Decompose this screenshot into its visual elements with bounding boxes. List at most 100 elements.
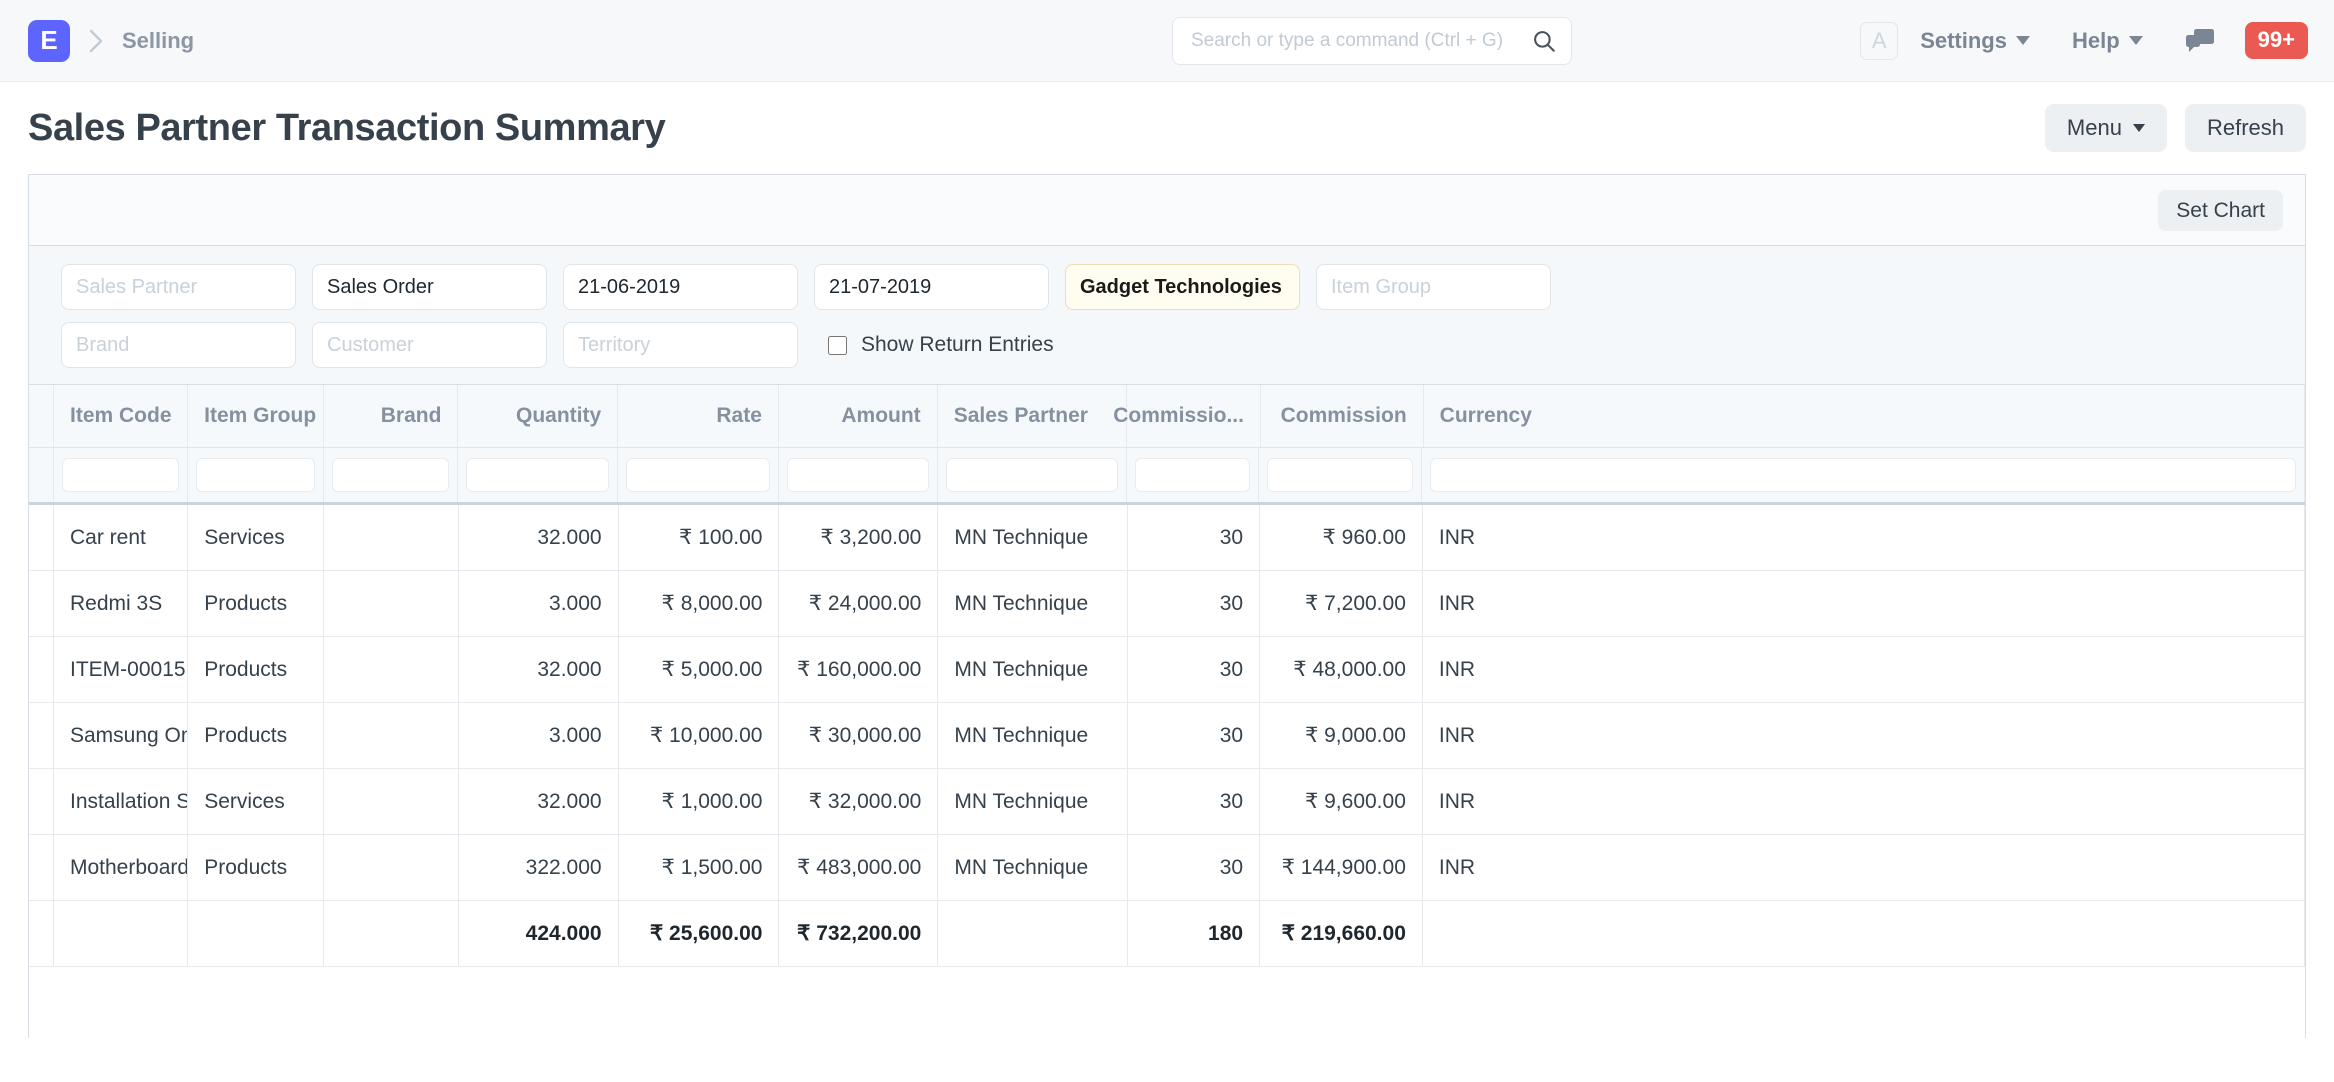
settings-menu[interactable]: Settings — [1920, 28, 2030, 54]
column-header-brand[interactable]: Brand — [324, 385, 458, 447]
filter-company[interactable] — [1065, 264, 1300, 310]
app-logo[interactable]: E — [28, 20, 70, 62]
table-cell: ₹ 100.00 — [619, 505, 780, 570]
row-index-cell — [29, 571, 54, 636]
column-header-quantity[interactable]: Quantity — [458, 385, 618, 447]
table-row[interactable]: ITEM-00015Products32.000₹ 5,000.00₹ 160,… — [29, 637, 2305, 703]
table-row[interactable]: Samsung On...Products3.000₹ 10,000.00₹ 3… — [29, 703, 2305, 769]
table-cell: 32.000 — [459, 505, 619, 570]
table-row[interactable]: MotherboardProducts322.000₹ 1,500.00₹ 48… — [29, 835, 2305, 901]
help-menu[interactable]: Help — [2072, 28, 2143, 54]
report-filters: Show Return Entries — [29, 246, 2305, 385]
global-search[interactable] — [1172, 17, 1572, 65]
filter-sales-partner[interactable] — [61, 264, 296, 310]
table-cell: MN Technique — [938, 835, 1127, 900]
breadcrumb-selling[interactable]: Selling — [122, 28, 194, 54]
column-filter-cell — [1127, 448, 1259, 502]
filter-territory[interactable] — [563, 322, 798, 368]
table-cell: ₹ 8,000.00 — [619, 571, 780, 636]
row-index-cell — [29, 637, 54, 702]
table-cell: ₹ 9,600.00 — [1260, 769, 1423, 834]
table-cell: Services — [188, 505, 324, 570]
column-filter-cell — [54, 448, 188, 502]
table-cell: 424.000 — [459, 901, 619, 966]
refresh-button[interactable]: Refresh — [2185, 104, 2306, 152]
table-cell: Installation S... — [54, 769, 188, 834]
column-header-commissio[interactable]: Commissio... — [1127, 385, 1261, 447]
chat-icon[interactable] — [2185, 27, 2215, 55]
navbar: E Selling A Settings Help 99+ — [0, 0, 2334, 82]
table-cell: 3.000 — [459, 703, 619, 768]
column-filter-input-3[interactable] — [466, 458, 609, 492]
table-cell: Motherboard — [54, 835, 188, 900]
table-column-filter-row — [29, 448, 2305, 505]
table-row[interactable]: Car rentServices32.000₹ 100.00₹ 3,200.00… — [29, 505, 2305, 571]
table-cell — [54, 901, 188, 966]
column-filter-input-8[interactable] — [1267, 458, 1413, 492]
table-cell — [324, 769, 458, 834]
column-filter-input-1[interactable] — [196, 458, 315, 492]
filter-row-2: Show Return Entries — [29, 322, 2305, 368]
show-return-entries-checkbox[interactable] — [828, 336, 847, 355]
column-filter-input-7[interactable] — [1135, 458, 1250, 492]
table-cell: ITEM-00015 — [54, 637, 188, 702]
table-cell: ₹ 1,500.00 — [619, 835, 780, 900]
table-cell: ₹ 160,000.00 — [779, 637, 938, 702]
column-filter-cell — [779, 448, 938, 502]
table-cell: ₹ 732,200.00 — [779, 901, 938, 966]
column-filter-input-4[interactable] — [626, 458, 770, 492]
table-cell — [324, 703, 458, 768]
table-row[interactable]: Redmi 3SProducts3.000₹ 8,000.00₹ 24,000.… — [29, 571, 2305, 637]
table-cell: 322.000 — [459, 835, 619, 900]
table-cell — [324, 901, 458, 966]
table-cell: ₹ 25,600.00 — [619, 901, 780, 966]
filter-item-group[interactable] — [1316, 264, 1551, 310]
table-cell: INR — [1423, 571, 2305, 636]
table-cell: ₹ 48,000.00 — [1260, 637, 1423, 702]
column-filter-input-0[interactable] — [62, 458, 179, 492]
column-header-sales-partner[interactable]: Sales Partner — [938, 385, 1127, 447]
column-header-amount[interactable]: Amount — [779, 385, 938, 447]
row-index-cell — [29, 505, 54, 570]
table-cell: Products — [188, 571, 324, 636]
column-filter-input-5[interactable] — [787, 458, 929, 492]
column-filter-cell — [1259, 448, 1422, 502]
filter-to-date[interactable] — [814, 264, 1049, 310]
table-cell: MN Technique — [938, 505, 1127, 570]
table-cell — [1423, 901, 2305, 966]
table-body: Car rentServices32.000₹ 100.00₹ 3,200.00… — [29, 505, 2305, 967]
chevron-down-icon — [2129, 36, 2143, 45]
set-chart-button[interactable]: Set Chart — [2158, 190, 2283, 231]
table-row[interactable]: Installation S...Services32.000₹ 1,000.0… — [29, 769, 2305, 835]
table-cell: 3.000 — [459, 571, 619, 636]
filter-customer[interactable] — [312, 322, 547, 368]
column-filter-input-2[interactable] — [332, 458, 449, 492]
avatar[interactable]: A — [1860, 22, 1898, 60]
column-header-currency[interactable]: Currency — [1424, 385, 2305, 447]
search-icon[interactable] — [1531, 28, 1557, 54]
table-cell — [938, 901, 1127, 966]
column-filter-cell — [1422, 448, 2305, 502]
menu-button[interactable]: Menu — [2045, 104, 2167, 152]
breadcrumb-chevron-icon — [88, 28, 106, 54]
filter-from-date[interactable] — [563, 264, 798, 310]
column-filter-cell — [938, 448, 1127, 502]
table-cell — [324, 835, 458, 900]
column-header-item-code[interactable]: Item Code — [54, 385, 188, 447]
filter-sales-order[interactable] — [312, 264, 547, 310]
notification-badge[interactable]: 99+ — [2245, 22, 2308, 59]
table-cell: 30 — [1128, 571, 1260, 636]
column-header-rate[interactable]: Rate — [618, 385, 779, 447]
table-cell — [324, 505, 458, 570]
column-header-item-group[interactable]: Item Group — [188, 385, 324, 447]
column-filter-input-6[interactable] — [946, 458, 1118, 492]
column-filter-input-9[interactable] — [1430, 458, 2296, 492]
search-input[interactable] — [1191, 30, 1531, 52]
show-return-entries-label[interactable]: Show Return Entries — [861, 333, 1054, 357]
table-total-row[interactable]: 424.000₹ 25,600.00₹ 732,200.00180₹ 219,6… — [29, 901, 2305, 967]
table-cell: ₹ 24,000.00 — [779, 571, 938, 636]
column-filter-cell — [324, 448, 458, 502]
column-header-commission[interactable]: Commission — [1261, 385, 1424, 447]
row-index-filter-cell — [29, 448, 54, 502]
filter-brand[interactable] — [61, 322, 296, 368]
